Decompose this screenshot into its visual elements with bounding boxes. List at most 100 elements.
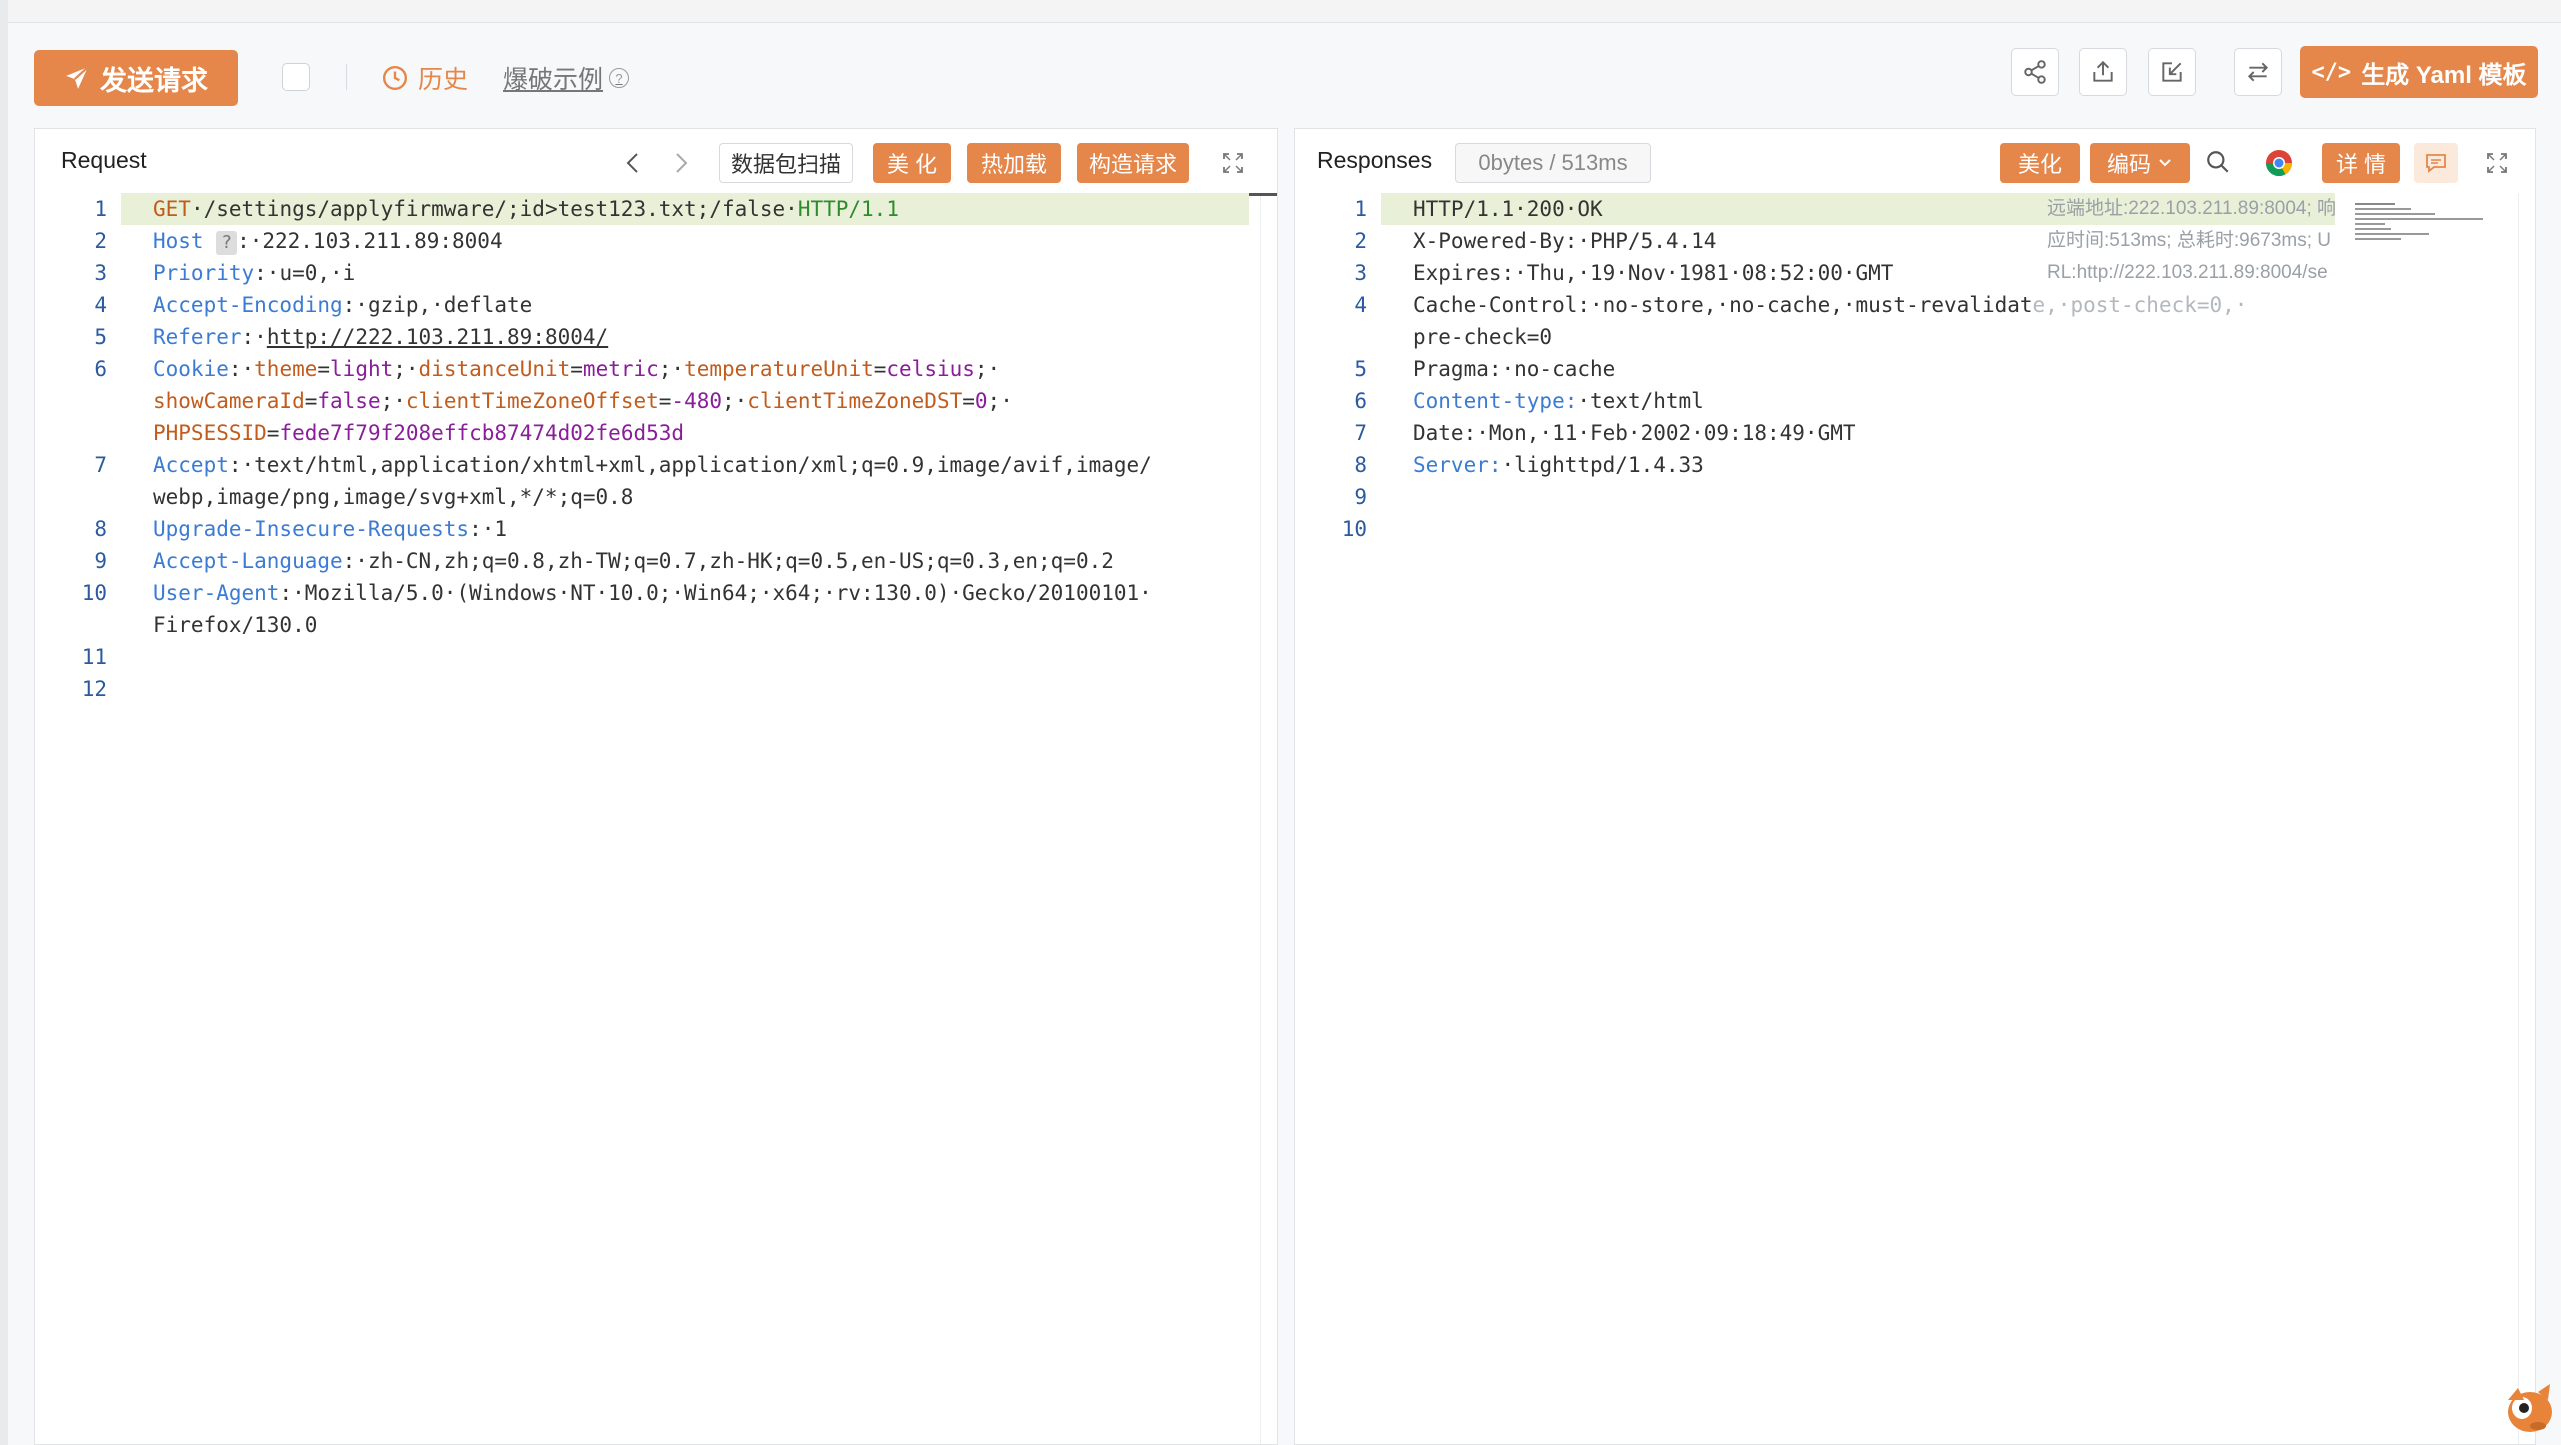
response-beautify-button[interactable]: 美化: [2000, 143, 2080, 183]
swap-icon: [2247, 62, 2269, 82]
code-line: GET·/settings/applyfirmware/;id>test123.…: [153, 197, 899, 221]
line-number: 1: [94, 197, 107, 221]
history-label: 历史: [418, 66, 469, 94]
response-panel: Responses 0bytes / 513ms 美化 编码 详 情 1 2 3…: [1294, 128, 2536, 1445]
send-icon: [66, 66, 89, 89]
upload-icon: [2093, 60, 2113, 82]
response-info-tooltip-line: 应时间:513ms; 总耗时:9673ms; U: [2047, 230, 2332, 251]
send-request-button[interactable]: 发送请求: [34, 50, 238, 106]
encoding-label: 编码: [2106, 152, 2151, 177]
options-checkbox[interactable]: [282, 63, 310, 91]
toolbar: 发送请求 历史 爆破示例 ? </> 生成 Yaml 模板: [0, 22, 2561, 128]
construct-request-button[interactable]: 构造请求: [1077, 143, 1189, 183]
request-scroll-thumb[interactable]: [1249, 193, 1277, 196]
send-request-label: 发送请求: [100, 65, 208, 96]
code-line: Expires:·Thu,·19·Nov·1981·08:52:00·GMT: [1413, 261, 1894, 285]
import-button[interactable]: [2148, 48, 2196, 96]
line-number: 6: [1354, 389, 1367, 413]
response-scrollbar[interactable]: [2518, 193, 2535, 1444]
line-number: 10: [1341, 517, 1367, 541]
comment-button[interactable]: [2414, 143, 2458, 183]
request-header: Request 数据包扫描 美 化 热加载 构造请求: [35, 129, 1277, 193]
line-number: 8: [94, 517, 107, 541]
import-icon: [2162, 62, 2182, 82]
chevron-down-icon: [2159, 159, 2171, 167]
share-button[interactable]: [2011, 48, 2059, 96]
code-line: pre-check=0: [1413, 325, 1553, 349]
swap-button[interactable]: [2234, 48, 2282, 96]
help-icon[interactable]: ?: [609, 68, 630, 88]
code-line: Firefox/130.0: [153, 613, 318, 637]
code-line: PHPSESSID=fede7f79f208effcb87474d02fe6d5…: [153, 421, 685, 445]
unknown-char-badge: ?: [216, 231, 238, 255]
line-number: 4: [94, 293, 107, 317]
code-line: Accept-Encoding:·gzip,·deflate: [153, 293, 533, 317]
referer-link: http://222.103.211.89:8004/: [266, 325, 609, 349]
code-line: Accept-Language:·zh-CN,zh;q=0.8,zh-TW;q=…: [153, 549, 1114, 573]
line-number: 12: [81, 677, 107, 701]
chrome-icon[interactable]: [2265, 149, 2293, 177]
code-line: Priority:·u=0,·i: [153, 261, 356, 285]
toolbar-divider: [346, 64, 347, 90]
fullscreen-icon[interactable]: [2485, 151, 2509, 175]
request-title: Request: [61, 147, 147, 173]
line-number: 5: [1354, 357, 1367, 381]
code-line: X-Powered-By:·PHP/5.4.14: [1413, 229, 1717, 253]
window-top-strip: [0, 0, 2561, 23]
request-beautify-button[interactable]: 美 化: [873, 143, 951, 183]
line-number: 1: [1354, 197, 1367, 221]
search-icon[interactable]: [2205, 149, 2231, 175]
line-number: 5: [94, 325, 107, 349]
chevron-left-icon[interactable]: [623, 151, 643, 175]
share-icon: [2024, 60, 2046, 84]
code-minimap[interactable]: [2355, 193, 2485, 253]
request-scrollbar[interactable]: [1260, 193, 1277, 1444]
response-info-tooltip-line: 远端地址:222.103.211.89:8004; 响: [2047, 198, 2337, 219]
code-line: Upgrade-Insecure-Requests:·1: [153, 517, 508, 541]
line-number: 7: [1354, 421, 1367, 445]
history-button[interactable]: 历史: [382, 60, 468, 96]
generate-yaml-button[interactable]: </> 生成 Yaml 模板: [2300, 46, 2538, 98]
request-editor[interactable]: 1 2 3 4 5 6 7 8 9 10 11 12 GET·/settings…: [35, 193, 1277, 1444]
export-button[interactable]: [2079, 48, 2127, 96]
mascot-icon: [2508, 1384, 2552, 1432]
code-line: Cache-Control:·no-store,·no-cache,·must-…: [1413, 293, 2248, 317]
line-number: 4: [1354, 293, 1367, 317]
hotload-button[interactable]: 热加载: [967, 143, 1061, 183]
encoding-dropdown[interactable]: 编码: [2090, 143, 2190, 183]
line-number: 2: [94, 229, 107, 253]
response-info-tooltip-line: RL:http://222.103.211.89:8004/se: [2047, 262, 2328, 283]
packet-scan-button[interactable]: 数据包扫描: [719, 143, 853, 183]
request-panel: Request 数据包扫描 美 化 热加载 构造请求 1 2 3 4 5 6 7…: [34, 128, 1278, 1445]
line-number: 9: [94, 549, 107, 573]
code-icon: </>: [2311, 59, 2352, 85]
line-number: 9: [1354, 485, 1367, 509]
line-number: 3: [94, 261, 107, 285]
code-line: User-Agent:·Mozilla/5.0·(Windows·NT·10.0…: [153, 581, 1152, 605]
line-number: 11: [81, 645, 107, 669]
code-line: Server:·lighttpd/1.4.33: [1413, 453, 1704, 477]
detail-button[interactable]: 详 情: [2322, 143, 2400, 183]
response-viewer[interactable]: 1 2 3 4 5 6 7 8 9 10 HTTP/1.1·200·OK X-P…: [1295, 193, 2535, 1444]
comment-icon: [2426, 154, 2446, 173]
response-header: Responses 0bytes / 513ms 美化 编码 详 情: [1295, 129, 2535, 193]
generate-yaml-label: 生成 Yaml 模板: [2361, 61, 2527, 89]
code-line: Host ?:·222.103.211.89:8004: [153, 229, 503, 255]
burst-example-link[interactable]: 爆破示例 ?: [503, 60, 630, 96]
code-line: Pragma:·no-cache: [1413, 357, 1616, 381]
code-line: Content-type:·text/html: [1413, 389, 1704, 413]
line-number: 3: [1354, 261, 1367, 285]
chevron-right-icon[interactable]: [671, 151, 691, 175]
line-number: 8: [1354, 453, 1367, 477]
burst-example-label: 爆破示例: [503, 66, 604, 94]
response-stats: 0bytes / 513ms: [1455, 143, 1651, 183]
code-line: webp,image/png,image/svg+xml,*/*;q=0.8: [153, 485, 634, 509]
code-line: Accept:·text/html,application/xhtml+xml,…: [153, 453, 1152, 477]
clock-icon: [382, 65, 408, 91]
line-number: 7: [94, 453, 107, 477]
code-line: Cookie:·theme=light;·distanceUnit=metric…: [153, 357, 1001, 381]
code-line: Referer:·http://222.103.211.89:8004/: [153, 325, 609, 349]
line-number: 10: [81, 581, 107, 605]
fullscreen-icon[interactable]: [1221, 151, 1245, 175]
line-number: 2: [1354, 229, 1367, 253]
